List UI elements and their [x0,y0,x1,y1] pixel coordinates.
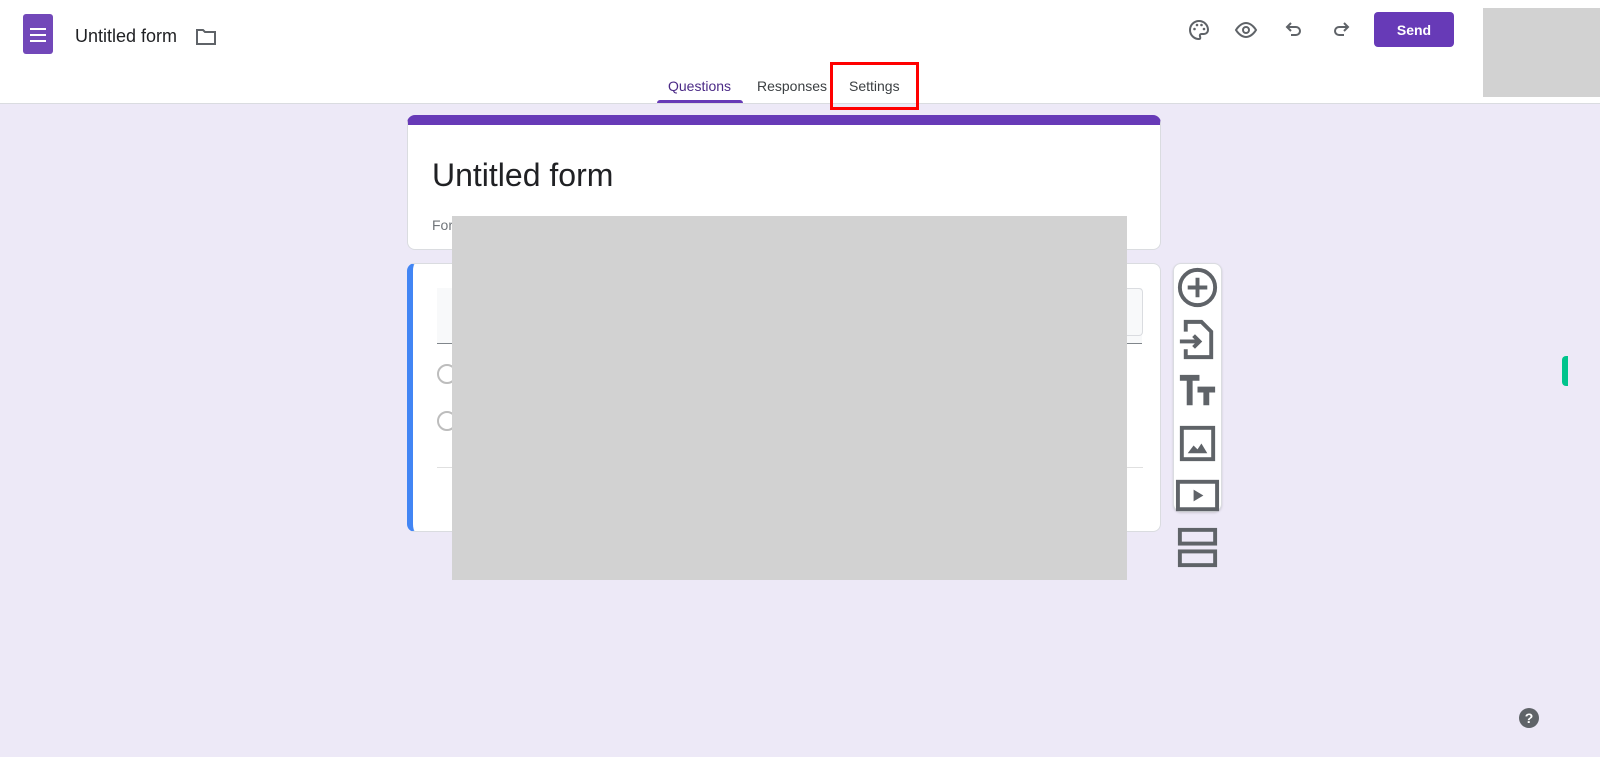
undo-icon[interactable] [1282,18,1306,42]
add-image-icon[interactable] [1174,420,1221,467]
settings-highlight-box [830,62,919,110]
send-button[interactable]: Send [1374,12,1454,47]
folder-icon[interactable] [196,28,216,45]
tab-questions[interactable]: Questions [668,78,731,94]
palette-icon[interactable] [1187,18,1211,42]
question-toolbar [1173,263,1222,568]
import-questions-icon[interactable] [1174,316,1221,363]
side-panel-tab[interactable] [1562,356,1568,386]
tab-responses[interactable]: Responses [757,78,827,94]
redacted-overlay [452,216,1127,580]
add-section-icon[interactable] [1174,524,1221,571]
account-area-redacted [1483,8,1600,97]
app-header: Untitled form Send Questions Responses S… [0,0,1600,104]
preview-eye-icon[interactable] [1234,18,1258,42]
form-title-header[interactable]: Untitled form [75,26,177,47]
add-video-icon[interactable] [1174,472,1221,519]
active-tab-indicator [657,100,743,103]
add-question-icon[interactable] [1174,264,1221,311]
help-icon[interactable]: ? [1519,708,1539,728]
forms-logo-icon[interactable] [23,14,53,54]
add-title-icon[interactable] [1174,368,1221,415]
form-title-input[interactable]: Untitled form [432,157,613,194]
redo-icon[interactable] [1329,18,1353,42]
